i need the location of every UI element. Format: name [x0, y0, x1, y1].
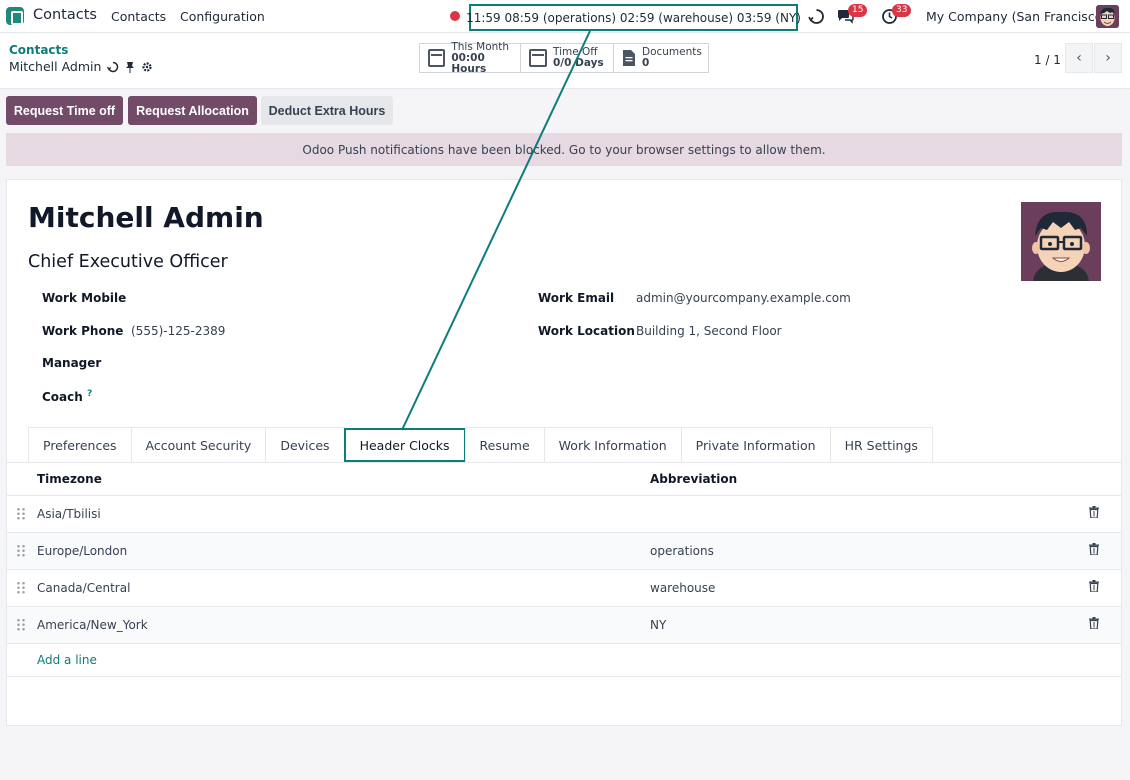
- annotation-connector-line: [401, 30, 591, 431]
